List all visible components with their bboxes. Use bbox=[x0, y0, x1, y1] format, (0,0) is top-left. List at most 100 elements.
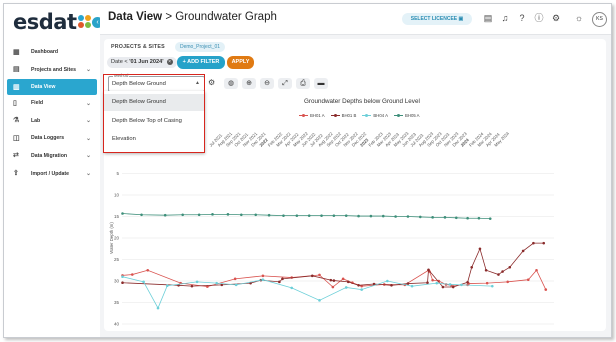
page-title-section: Data View bbox=[108, 11, 163, 23]
data-point bbox=[435, 281, 439, 285]
table-icon: ▥ bbox=[13, 83, 20, 91]
data-point bbox=[521, 249, 525, 253]
document-icon[interactable]: ▤ bbox=[483, 13, 493, 24]
avatar[interactable]: KS bbox=[592, 12, 607, 27]
data-point bbox=[278, 280, 281, 284]
sidebar-item-import-update[interactable]: ⇪ Import / Update ⌄ bbox=[4, 166, 100, 182]
caret-up-icon: ▲ bbox=[195, 80, 200, 86]
method-select[interactable]: Method Depth Below Ground ▲ bbox=[108, 73, 205, 92]
chevron-down-icon: ⌄ bbox=[86, 118, 92, 125]
data-point bbox=[320, 214, 323, 217]
page-title: Data View > Groundwater Graph bbox=[108, 11, 277, 23]
sidebar-item-data-view[interactable]: ▥ Data View bbox=[7, 79, 97, 96]
app-window: esdat ‹ ▦ Dashboard ▤ Projects and Sites… bbox=[3, 3, 612, 338]
chevron-down-icon: ⌄ bbox=[86, 67, 92, 74]
theme-toggle-icon[interactable]: ☼ bbox=[574, 13, 584, 24]
map-icon: ▤ bbox=[13, 66, 20, 74]
y-tick-label: 20 bbox=[114, 236, 120, 241]
data-point bbox=[121, 212, 124, 215]
chevron-down-icon: ⌄ bbox=[86, 135, 92, 142]
building-icon: ▣ bbox=[458, 16, 464, 22]
sidebar-item-field[interactable]: ▯ Field ⌄ bbox=[4, 95, 100, 111]
data-point bbox=[508, 265, 512, 269]
data-point bbox=[121, 275, 124, 278]
data-point bbox=[381, 214, 385, 218]
method-label: Method bbox=[113, 73, 130, 78]
gear-icon[interactable]: ⚙ bbox=[551, 13, 561, 24]
chevron-down-icon: ⌄ bbox=[86, 100, 92, 107]
data-point bbox=[451, 285, 455, 289]
method-dropdown-menu: Depth Below Ground Depth Below Top of Ca… bbox=[104, 91, 205, 153]
data-point bbox=[261, 274, 265, 278]
data-point bbox=[156, 306, 160, 310]
data-point bbox=[497, 273, 500, 276]
data-point bbox=[181, 213, 184, 217]
data-point bbox=[443, 216, 447, 219]
series-line bbox=[122, 213, 491, 220]
data-point bbox=[346, 280, 350, 284]
sidebar-item-label: Data Migration bbox=[31, 152, 68, 159]
method-option-depth-below-casing[interactable]: Depth Below Top of Casing bbox=[104, 113, 205, 130]
data-point bbox=[386, 279, 389, 283]
data-point bbox=[410, 284, 414, 288]
data-point bbox=[441, 285, 445, 289]
series-line bbox=[122, 276, 493, 310]
y-axis-label: Water Depth (m) bbox=[109, 222, 114, 254]
logo-mark-icon bbox=[78, 15, 92, 29]
select-licencee-button[interactable]: SELECT LICENCEE ▣ bbox=[402, 13, 472, 25]
data-point bbox=[477, 216, 481, 220]
data-point bbox=[344, 214, 348, 217]
data-point bbox=[121, 281, 124, 285]
logo[interactable]: esdat bbox=[13, 10, 92, 34]
data-point bbox=[478, 247, 482, 251]
data-point bbox=[344, 286, 348, 289]
chevron-down-icon: ⌄ bbox=[86, 171, 92, 178]
sidebar-item-data-loggers[interactable]: ◫ Data Loggers ⌄ bbox=[4, 130, 100, 146]
data-point bbox=[281, 277, 284, 281]
data-point bbox=[501, 270, 504, 273]
data-point bbox=[240, 213, 243, 217]
data-point bbox=[254, 213, 258, 217]
method-option-elevation[interactable]: Elevation bbox=[104, 131, 205, 148]
dashboard-icon: ▦ bbox=[13, 48, 20, 56]
y-tick-label: 15 bbox=[114, 214, 120, 219]
y-tick-label: 5 bbox=[116, 171, 119, 176]
data-point bbox=[130, 273, 134, 276]
sidebar-item-label: Field bbox=[31, 100, 44, 107]
data-point bbox=[485, 281, 489, 285]
sidebar-item-data-migration[interactable]: ⇄ Data Migration ⌄ bbox=[4, 148, 100, 164]
chevron-down-icon: ⌄ bbox=[86, 153, 92, 160]
help-icon[interactable]: ? bbox=[517, 13, 527, 24]
import-icon: ⇪ bbox=[13, 170, 19, 178]
data-point bbox=[470, 265, 474, 269]
bell-icon[interactable]: ♫ bbox=[500, 13, 510, 24]
data-point bbox=[307, 214, 311, 217]
data-point bbox=[484, 268, 488, 272]
data-point bbox=[341, 277, 345, 281]
y-tick-label: 10 bbox=[114, 193, 120, 198]
data-point bbox=[357, 284, 360, 287]
data-point bbox=[267, 213, 271, 217]
data-point bbox=[490, 284, 494, 288]
data-point bbox=[332, 214, 336, 217]
y-tick-label: 40 bbox=[114, 322, 120, 327]
data-point bbox=[190, 284, 194, 288]
main-panel: PROJECTS & SITES Demo_Project_01 Date < … bbox=[104, 39, 606, 331]
data-point bbox=[357, 214, 360, 218]
y-tick-label: 25 bbox=[114, 257, 120, 262]
data-point bbox=[431, 278, 434, 282]
method-option-depth-below-ground[interactable]: Depth Below Ground bbox=[104, 94, 205, 111]
sidebar-item-lab[interactable]: ⚗ Lab ⌄ bbox=[4, 113, 100, 129]
data-point bbox=[146, 268, 150, 272]
data-point bbox=[331, 285, 335, 289]
field-icon: ▯ bbox=[13, 99, 17, 107]
info-icon[interactable]: ⓘ bbox=[534, 13, 544, 24]
data-point bbox=[195, 280, 199, 284]
data-point bbox=[318, 273, 321, 277]
sidebar: esdat ‹ ▦ Dashboard ▤ Projects and Sites… bbox=[4, 4, 103, 337]
data-point bbox=[140, 213, 143, 217]
sidebar-item-label: Projects and Sites bbox=[31, 66, 76, 73]
sidebar-item-dashboard[interactable]: ▦ Dashboard bbox=[4, 44, 100, 60]
sidebar-item-projects[interactable]: ▤ Projects and Sites ⌄ bbox=[4, 62, 100, 78]
data-point bbox=[431, 216, 434, 219]
